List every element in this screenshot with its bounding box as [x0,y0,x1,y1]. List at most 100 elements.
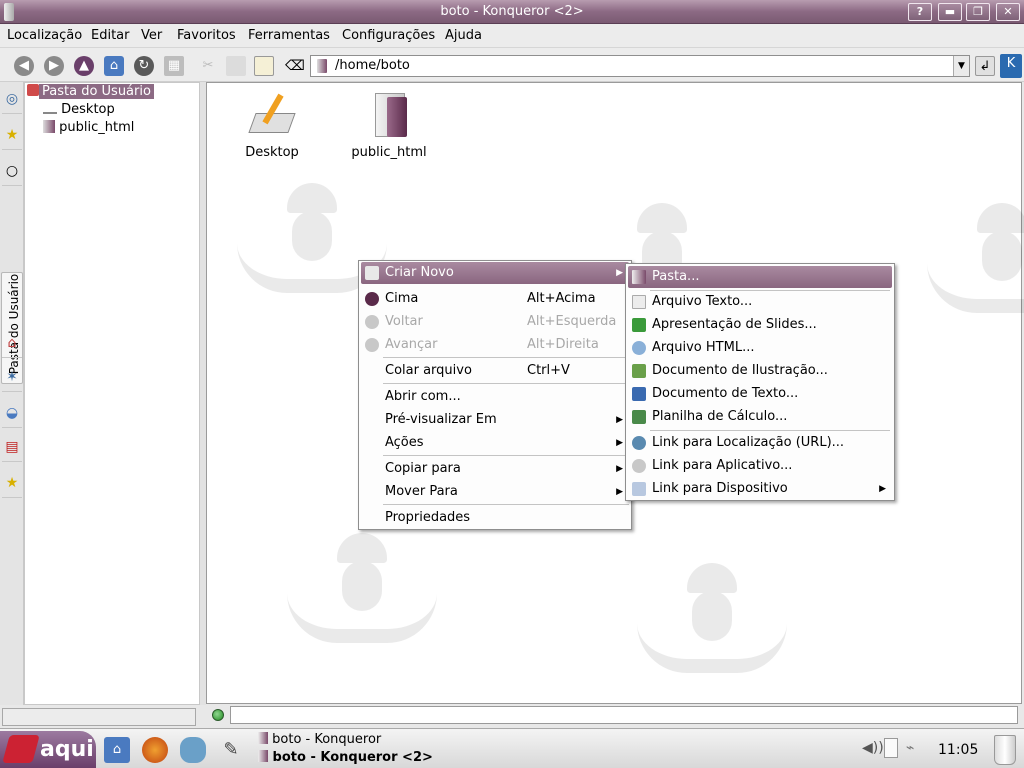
minimize-button[interactable]: ▬ [938,3,962,21]
network-icon[interactable]: ◒ [2,398,22,428]
watermark-logo [927,203,1024,313]
new-document-icon [365,266,379,280]
sidebar-statusbar [2,708,196,726]
menu-favoritos[interactable]: Favoritos [177,28,236,43]
reload-icon[interactable]: ↻ [134,56,154,76]
users-launcher-icon[interactable] [180,737,206,763]
submenu-item-link-aplicativo[interactable]: Link para Aplicativo... [628,455,892,477]
submenu-item-documento-ilustracao[interactable]: Documento de Ilustração... [628,360,892,382]
menu-item-colar-arquivo[interactable]: Colar arquivo Ctrl+V [361,360,629,382]
submenu-arrow-icon: ▶ [879,484,886,494]
submenu-item-documento-texto[interactable]: Documento de Texto... [628,383,892,405]
submenu-item-pasta[interactable]: Pasta... [628,266,892,288]
back-icon[interactable]: ◀ [14,56,34,76]
submenu-item-link-url[interactable]: Link para Localização (URL)... [628,432,892,454]
menu-ferramentas[interactable]: Ferramentas [248,28,330,43]
submenu-item-apresentacao[interactable]: Apresentação de Slides... [628,314,892,336]
menu-ver[interactable]: Ver [141,28,162,43]
menu-configuracoes[interactable]: Configurações [342,28,435,43]
up-arrow-icon [365,292,379,306]
kde-throbber-icon: K [1000,54,1022,78]
menu-item-copiar-para[interactable]: Copiar para ▶ [361,458,629,480]
trash-icon[interactable] [994,735,1016,765]
clear-location-icon[interactable]: ⌫ [285,56,305,76]
network-tray-icon[interactable]: ⌁ [906,740,914,756]
bookmarks-star-icon[interactable]: ★ [2,120,22,150]
tree-item-desktop[interactable]: Desktop [43,102,115,117]
home-folder-icon[interactable]: ⌂ [2,328,22,358]
task-boto-konqueror-2[interactable]: boto - Konqueror <2> [258,750,433,765]
submenu-item-arquivo-html[interactable]: Arquivo HTML... [628,337,892,359]
tree-item-public-html[interactable]: public_html [43,120,134,135]
konqueror-icon [258,732,268,744]
menu-editar[interactable]: Editar [91,28,130,43]
file-item-public-html[interactable]: public_html [347,91,431,160]
go-icon[interactable]: ↲ [975,56,995,76]
task-label: boto - Konqueror <2> [272,750,433,765]
watermark-logo [287,533,437,643]
application-icon [632,459,646,473]
location-bar[interactable]: /home/boto ▼ [310,55,970,77]
copy-icon[interactable] [226,56,246,76]
cut-icon[interactable]: ✂ [198,56,218,76]
submenu-arrow-icon: ▶ [616,415,623,425]
submenu-item-link-dispositivo[interactable]: Link para Dispositivo ▶ [628,478,892,500]
submenu-item-planilha[interactable]: Planilha de Cálculo... [628,406,892,428]
editor-launcher-icon[interactable]: ✎ [218,737,244,763]
menu-item-acoes[interactable]: Ações ▶ [361,432,629,454]
media-icon[interactable]: ✶ [2,362,22,392]
submenu-item-arquivo-texto[interactable]: Arquivo Texto... [628,291,892,313]
tree-root[interactable]: Pasta do Usuário [27,84,154,99]
menu-item-mover-para[interactable]: Mover Para ▶ [361,481,629,503]
tree-item-label: public_html [59,120,135,135]
folder-icon [43,120,55,133]
paste-icon[interactable] [254,56,274,76]
submenu-arrow-icon: ▶ [616,464,623,474]
menu-localizacao[interactable]: Localização [7,28,82,43]
location-input[interactable]: /home/boto [335,58,410,73]
file-item-desktop[interactable]: Desktop [235,91,309,160]
menu-separator [383,357,629,358]
menu-item-criar-novo[interactable]: Criar Novo ▶ [361,262,629,284]
desktop-icon [43,102,57,114]
konqueror-app-icon[interactable] [4,3,14,21]
menu-item-propriedades[interactable]: Propriedades [361,507,629,529]
menu-item-avancar[interactable]: Avançar Alt+Direita [361,334,629,356]
forward-icon[interactable]: ▶ [44,56,64,76]
start-menu-button[interactable]: aqui [0,731,96,768]
task-boto-konqueror[interactable]: boto - Konqueror [258,732,381,747]
watermark-logo [637,563,787,673]
globe-icon[interactable]: ◎ [2,84,22,114]
menu-item-abrir-com[interactable]: Abrir com... [361,386,629,408]
kde-logo-icon [2,735,40,763]
view-mode-icon[interactable]: ▦ [164,56,184,76]
html-file-icon [632,341,646,355]
clipboard-icon[interactable] [884,738,898,758]
window-title: boto - Konqueror <2> [440,4,584,19]
desktop-folder-icon [248,91,296,139]
home-icon[interactable]: ⌂ [104,56,124,76]
close-button[interactable]: ✕ [996,3,1020,21]
chevron-down-icon[interactable]: ▼ [953,56,969,76]
window-titlebar[interactable]: boto - Konqueror <2> ? ▬ ❐ ✕ [0,0,1024,24]
menu-item-cima[interactable]: Cima Alt+Acima [361,288,629,310]
up-icon[interactable]: ▲ [74,56,94,76]
back-arrow-icon [365,315,379,329]
maximize-button[interactable]: ❐ [966,3,990,21]
menu-item-voltar[interactable]: Voltar Alt+Esquerda [361,311,629,333]
history-icon[interactable]: ○ [2,156,22,186]
menu-ajuda[interactable]: Ajuda [445,28,482,43]
folder-tree: Pasta do Usuário Desktop public_html [24,82,200,705]
firefox-launcher-icon[interactable] [142,737,168,763]
drawing-icon [632,364,646,378]
link-globe-icon [632,436,646,450]
home-launcher-icon[interactable]: ⌂ [104,737,130,763]
clock[interactable]: 11:05 [938,742,978,758]
device-icon [632,482,646,496]
favorites-star-icon[interactable]: ★ [2,468,22,498]
help-button[interactable]: ? [908,3,932,21]
submenu-arrow-icon: ▶ [616,438,623,448]
menu-item-pre-visualizar[interactable]: Pré-visualizar Em ▶ [361,409,629,431]
services-icon[interactable]: ▤ [2,432,22,462]
volume-icon[interactable]: ◀)) [862,740,884,756]
